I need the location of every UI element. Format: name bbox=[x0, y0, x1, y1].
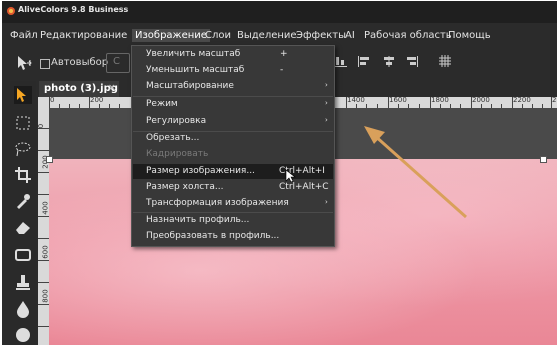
auto-select-label: Автовыбор bbox=[51, 57, 109, 68]
move-tool-icon[interactable] bbox=[14, 86, 32, 104]
app-title: AliveColors 9.8 Business bbox=[18, 5, 129, 14]
eraser-tool-icon[interactable] bbox=[14, 218, 32, 236]
transform-handle[interactable] bbox=[540, 156, 547, 163]
stamp-tool-icon[interactable] bbox=[14, 274, 32, 292]
menu-edit[interactable]: Редактирование bbox=[40, 30, 127, 41]
align-right-icon[interactable] bbox=[406, 56, 418, 67]
blur-drop-tool-icon[interactable] bbox=[14, 300, 32, 318]
auto-select-dropdown-value: С bbox=[113, 56, 120, 67]
document-tab-title: photo (3).jpg bbox=[44, 83, 118, 94]
align-left-icon[interactable] bbox=[358, 56, 370, 67]
menu-item-assign-profile[interactable]: Назначить профиль... bbox=[146, 215, 249, 225]
ruler-label: 1800 bbox=[431, 97, 449, 104]
menu-workspace[interactable]: Рабочая область bbox=[364, 30, 452, 41]
app-window: AliveColors 9.8 Business Файл Редактиров… bbox=[2, 1, 557, 345]
ruler-label: 800 bbox=[41, 289, 49, 303]
menu-item-zoom-in[interactable]: Увеличить масштаб bbox=[146, 49, 240, 59]
menu-item-canvas-size[interactable]: Размер холста... bbox=[146, 182, 224, 192]
ruler-label: 1400 bbox=[347, 97, 365, 104]
app-logo-icon bbox=[7, 7, 15, 15]
auto-select-checkbox[interactable] bbox=[40, 59, 50, 69]
ruler-label: 200 bbox=[90, 97, 104, 104]
lasso-tool-icon[interactable] bbox=[14, 140, 32, 158]
menu-item-convert-profile[interactable]: Преобразовать в профиль... bbox=[146, 231, 279, 241]
menu-item-image-transform[interactable]: Трансформация изображения bbox=[146, 198, 289, 208]
menu-file[interactable]: Файл bbox=[10, 30, 38, 41]
menu-help[interactable]: Помощь bbox=[448, 30, 491, 41]
ruler-label: 2 bbox=[552, 97, 557, 104]
vertical-ruler: 0 200 400 600 800 bbox=[38, 108, 49, 345]
rectangle-shape-tool-icon[interactable] bbox=[14, 246, 32, 264]
align-bottom-icon[interactable] bbox=[335, 56, 347, 67]
close-tab-icon[interactable]: × bbox=[108, 83, 116, 93]
menu-item-crop: Кадрировать bbox=[146, 149, 209, 159]
ruler-label: 0 bbox=[50, 97, 55, 104]
ruler-label: 2000 bbox=[472, 97, 490, 104]
ruler-label: 1600 bbox=[389, 97, 407, 104]
menu-ai[interactable]: AI bbox=[345, 30, 355, 41]
tools-panel bbox=[10, 81, 36, 345]
ruler-label: 600 bbox=[41, 245, 49, 259]
auto-select-dropdown[interactable]: С bbox=[106, 53, 130, 73]
move-tool-icon[interactable] bbox=[16, 55, 34, 71]
align-center-icon[interactable] bbox=[383, 56, 395, 67]
document-tab[interactable]: photo (3).jpg × bbox=[39, 81, 119, 98]
menu-selection[interactable]: Выделение bbox=[237, 30, 297, 41]
menu-item-trim[interactable]: Обрезать... bbox=[146, 133, 199, 143]
menu-item-mode[interactable]: Режим bbox=[146, 99, 178, 109]
menu-item-zoom-out[interactable]: Уменьшить масштаб bbox=[146, 65, 244, 75]
chevron-right-icon: › bbox=[325, 99, 328, 107]
shortcut-image-size: Ctrl+Alt+I bbox=[279, 166, 325, 176]
menu-item-scaling[interactable]: Масштабирование bbox=[146, 81, 234, 91]
menu-effects[interactable]: Эффекты bbox=[296, 30, 346, 41]
shortcut-zoom-in: + bbox=[280, 49, 288, 59]
grid-icon[interactable] bbox=[439, 55, 451, 67]
transform-handle[interactable] bbox=[46, 156, 53, 163]
chevron-right-icon: › bbox=[325, 81, 328, 89]
shortcut-zoom-out: - bbox=[280, 65, 284, 75]
ruler-label: 2200 bbox=[513, 97, 531, 104]
marquee-tool-icon[interactable] bbox=[14, 114, 32, 132]
title-bar: AliveColors 9.8 Business bbox=[2, 1, 557, 23]
chevron-right-icon: › bbox=[325, 116, 328, 124]
crop-tool-icon[interactable] bbox=[14, 166, 32, 184]
dodge-tool-icon[interactable] bbox=[14, 326, 32, 344]
menu-item-image-size[interactable]: Размер изображения... bbox=[146, 166, 255, 176]
chevron-right-icon: › bbox=[325, 198, 328, 206]
menu-item-adjustments[interactable]: Регулировка bbox=[146, 116, 206, 126]
shortcut-canvas-size: Ctrl+Alt+C bbox=[279, 182, 329, 192]
image-menu-dropdown: Увеличить масштаб + Уменьшить масштаб - … bbox=[131, 45, 335, 247]
menu-image[interactable]: Изображение bbox=[132, 29, 210, 42]
eyedropper-tool-icon[interactable] bbox=[14, 192, 32, 210]
menu-layers[interactable]: Слои bbox=[205, 30, 231, 41]
ruler-label: 400 bbox=[41, 201, 49, 215]
menu-bar: Файл Редактирование Изображение Слои Выд… bbox=[2, 27, 557, 45]
